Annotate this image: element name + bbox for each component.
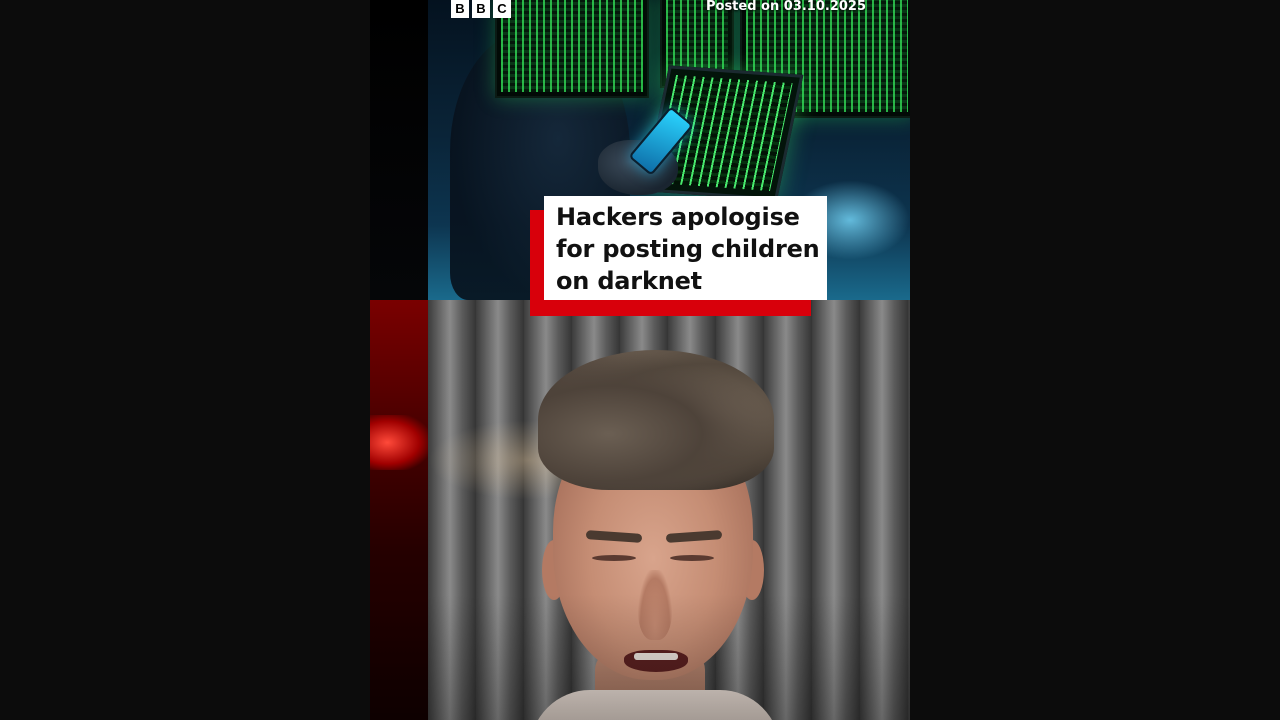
posted-date: Posted on 03.10.2025 (705, 0, 866, 14)
dark-edge (370, 0, 428, 300)
red-wall (370, 300, 428, 720)
monitor-left (495, 0, 649, 98)
bbc-logo-letter: B (451, 0, 469, 18)
presenter-shirt (530, 690, 780, 720)
video-frame[interactable]: B B C Posted on 03.10.2025 Hackers apolo… (370, 0, 910, 720)
bbc-logo-letter: B (472, 0, 490, 18)
presenter (520, 350, 790, 720)
red-light (370, 415, 428, 470)
presenter-mouth (624, 650, 688, 672)
bbc-logo-letter: C (493, 0, 511, 18)
headline-line: Hackers apologise (556, 203, 800, 231)
presenter-eye-left (592, 555, 636, 561)
player-stage: B B C Posted on 03.10.2025 Hackers apolo… (0, 0, 1280, 720)
presenter-hair (538, 350, 774, 490)
bbc-logo: B B C (451, 0, 511, 18)
presenter-nose (638, 570, 672, 640)
headline-line: for posting children (556, 235, 820, 263)
headline-line: on darknet (556, 267, 702, 295)
presenter-image (370, 300, 910, 720)
headline-caption: Hackers apologise for posting children o… (544, 196, 827, 300)
presenter-eye-right (670, 555, 714, 561)
